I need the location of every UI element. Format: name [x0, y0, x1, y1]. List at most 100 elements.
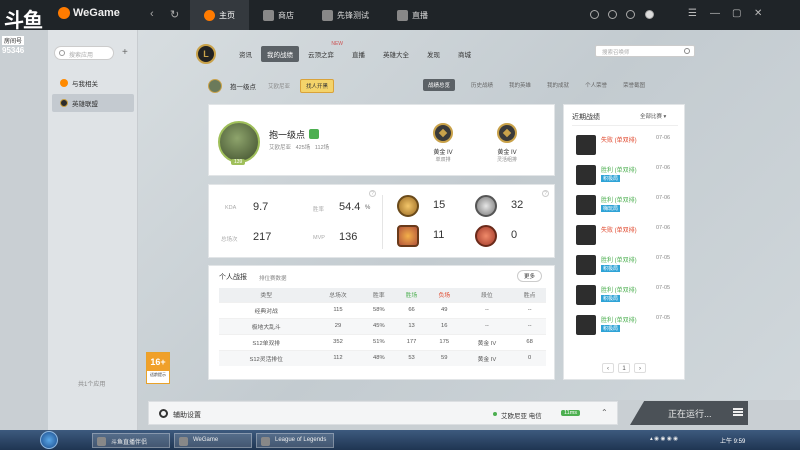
- table-cell: 0: [513, 349, 546, 366]
- shirt-icon[interactable]: [608, 10, 617, 19]
- table-cell: 黄金 IV: [460, 349, 514, 366]
- table-row: 极地大乱斗 29 45% 13 16 -- --: [219, 317, 546, 334]
- summoner-search-input[interactable]: 搜索召唤师: [595, 45, 695, 57]
- table-cell: S12单双排: [219, 333, 314, 350]
- list-item[interactable]: 胜利 (单双排) 07-05 积极局: [576, 313, 682, 337]
- app-count: 共1个应用: [78, 382, 106, 388]
- app-icon: [261, 437, 270, 446]
- task-lol[interactable]: League of Legends: [256, 433, 334, 448]
- ghost-icon[interactable]: [590, 10, 599, 19]
- divider: [572, 125, 678, 126]
- tab-store[interactable]: 商店: [249, 0, 308, 30]
- list-item[interactable]: 失败 (单双排) 07-06: [576, 133, 682, 157]
- table-header-cell: 胜率: [362, 288, 396, 302]
- pager: ‹ 1 ›: [602, 363, 646, 373]
- lolnav-live[interactable]: 直播: [343, 49, 374, 59]
- prev-page-icon[interactable]: ‹: [602, 363, 614, 373]
- rank-emblem-icon: [433, 123, 453, 143]
- help-icon[interactable]: ?: [369, 190, 376, 197]
- title-bar: ‹ ↻ 主页 商店 先锋测试 直播 ☰ — ▢ ✕: [0, 0, 800, 30]
- sidebar-item-lol[interactable]: 英雄联盟: [52, 94, 134, 112]
- table-cell: 112: [313, 349, 363, 366]
- bell-icon[interactable]: [626, 10, 635, 19]
- list-item[interactable]: 胜利 (单双排) 07-06 积极局: [576, 163, 682, 187]
- task-douyu[interactable]: 斗鱼直播伴侣: [92, 433, 170, 448]
- subtab-honor[interactable]: 个人荣誉: [585, 81, 607, 91]
- winrate-value: 54.4: [339, 201, 361, 213]
- copy-icon[interactable]: [309, 129, 319, 139]
- maximize-icon[interactable]: ▢: [732, 8, 741, 19]
- list-item[interactable]: 胜利 (单双排) 07-06 嗨玩局: [576, 193, 682, 217]
- table-cell: --: [513, 301, 546, 318]
- list-item[interactable]: 胜利 (单双排) 07-05 积极局: [576, 253, 682, 277]
- sidebar-item-related[interactable]: 与我相关: [52, 74, 134, 92]
- chevron-up-icon[interactable]: ⌃: [601, 408, 608, 417]
- wegame-logo-icon: [58, 7, 70, 19]
- close-icon[interactable]: ✕: [754, 8, 762, 19]
- records-table: 类型 总场次 胜率 胜场 负场 段位 胜点 经典对战 115 58% 66 49 -- -- 极地大乱斗 2…: [219, 288, 546, 366]
- tab-pioneer[interactable]: 先锋测试: [308, 0, 383, 30]
- add-icon[interactable]: +: [122, 47, 128, 58]
- subtab-achievements[interactable]: 我的成就: [547, 81, 569, 91]
- lolnav-heroes[interactable]: 英雄大全: [374, 49, 418, 59]
- match-tag-badge: 积极局: [601, 265, 621, 272]
- task-wegame[interactable]: WeGame: [174, 433, 252, 448]
- lol-icon: [60, 99, 68, 107]
- user-avatar[interactable]: [645, 10, 654, 19]
- subtab-heroes[interactable]: 我的英雄: [509, 81, 531, 91]
- subtab-overview[interactable]: 战绩总览: [423, 79, 456, 91]
- system-tray[interactable]: ▴ ◉ ◉ ◉ ◉: [650, 436, 678, 442]
- page-number[interactable]: 1: [618, 363, 630, 373]
- menu-icon[interactable]: [733, 408, 743, 416]
- subtab-screenshots[interactable]: 荣誉截图: [623, 81, 645, 91]
- list-item[interactable]: 胜利 (单双排) 07-05 积极局: [576, 283, 682, 307]
- match-result: 失败 (单双排): [601, 228, 637, 234]
- table-cell: 经典对战: [219, 301, 314, 318]
- minimize-icon[interactable]: —: [710, 8, 720, 19]
- wegame-logo: WeGame: [58, 7, 120, 19]
- red-medal-icon: [475, 225, 497, 247]
- subtab-history[interactable]: 历史战绩: [471, 81, 493, 91]
- app-icon: [97, 437, 106, 446]
- match-date: 07-06: [656, 135, 671, 141]
- match-result: 失败 (单双排): [601, 138, 637, 144]
- table-cell: 66: [395, 301, 428, 318]
- table-row: 经典对战 115 58% 66 49 -- --: [219, 301, 546, 318]
- table-cell: 53: [395, 349, 428, 366]
- help-icon[interactable]: ?: [542, 190, 549, 197]
- next-page-icon[interactable]: ›: [634, 363, 646, 373]
- table-header-cell: 类型: [219, 288, 314, 302]
- start-button[interactable]: [40, 431, 58, 449]
- records-card: 个人战报 排位赛数据 更多 类型 总场次 胜率 胜场 负场 段位 胜点 经典对战 115 58%…: [208, 265, 555, 380]
- lolnav-discover[interactable]: 发现: [418, 49, 449, 59]
- pioneer-icon: [322, 9, 333, 21]
- more-button[interactable]: 更多: [517, 270, 543, 282]
- refresh-icon[interactable]: ↻: [170, 8, 179, 21]
- lolnav-mall[interactable]: 商城: [449, 49, 480, 59]
- running-status[interactable]: 正在运行...: [630, 401, 748, 425]
- records-table-body: 经典对战 115 58% 66 49 -- -- 极地大乱斗 29 45% 13 16 -- -- S12单…: [219, 301, 546, 366]
- lolnav-news[interactable]: 资讯: [230, 49, 261, 59]
- match-filter-dropdown[interactable]: 全部比赛 ▾: [640, 112, 666, 120]
- assist-settings-button[interactable]: 辅助设置: [173, 410, 201, 420]
- menu-icon[interactable]: ☰: [688, 8, 697, 19]
- list-item[interactable]: 失败 (单双排) 07-06: [576, 223, 682, 247]
- windows-taskbar: 斗鱼直播伴侣 WeGame League of Legends ▴ ◉ ◉ ◉ …: [0, 430, 800, 450]
- gear-icon[interactable]: [159, 409, 168, 418]
- lolnav-my-record[interactable]: 我的战绩: [261, 46, 299, 62]
- back-icon[interactable]: ‹: [150, 8, 154, 20]
- app-search-input[interactable]: 搜索应用: [54, 46, 114, 60]
- lolnav-tft[interactable]: 云顶之弈 NEW: [299, 41, 343, 59]
- table-cell: --: [513, 317, 546, 334]
- find-team-button[interactable]: 找人开黑: [300, 79, 335, 93]
- tab-home[interactable]: 主页: [190, 0, 249, 30]
- match-tag-badge: 积极局: [601, 175, 621, 182]
- champion-avatar: [576, 285, 596, 305]
- store-icon: [263, 9, 274, 21]
- champion-avatar: [576, 195, 596, 215]
- match-tag-badge: 积极局: [601, 325, 621, 332]
- tab-live[interactable]: 直播: [383, 0, 442, 30]
- match-tag-badge: 积极局: [601, 295, 621, 302]
- table-cell: 13: [395, 317, 428, 334]
- record-subtabs: 战绩总览 历史战绩 我的英雄 我的成就 个人荣誉 荣誉截图: [423, 79, 645, 91]
